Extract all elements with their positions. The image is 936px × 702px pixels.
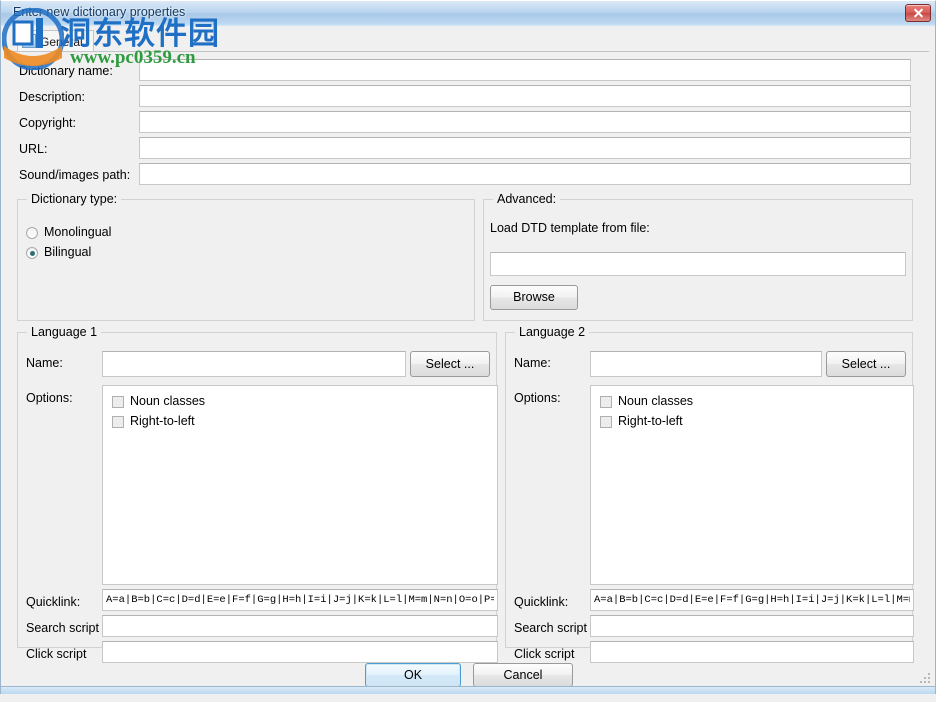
language1-click-script-label: Click script <box>26 647 86 661</box>
language1-name-label: Name: <box>26 356 63 370</box>
language2-search-script-label: Search script <box>514 621 587 635</box>
tab-strip: General <box>9 30 929 52</box>
titlebar: Enter new dictionary properties <box>0 0 936 26</box>
dictionary-type-group: Dictionary type: Monolingual Bilingual <box>17 199 475 321</box>
dtd-template-label: Load DTD template from file: <box>490 221 650 235</box>
radio-bilingual-icon <box>26 247 38 259</box>
checkbox-icon <box>600 416 612 428</box>
radio-bilingual-label: Bilingual <box>44 245 91 259</box>
language2-options-label: Options: <box>514 391 561 405</box>
copyright-input[interactable] <box>139 111 911 133</box>
language2-name-label: Name: <box>514 356 551 370</box>
dialog-client-area: General Dictionary name: Description: Co… <box>0 26 936 694</box>
document-icon <box>22 34 36 48</box>
language2-noun-classes-label: Noun classes <box>618 394 693 408</box>
radio-monolingual-label: Monolingual <box>44 225 111 239</box>
language1-select-button[interactable]: Select ... <box>410 351 490 377</box>
language1-search-script-input[interactable] <box>102 615 498 637</box>
language2-right-to-left-label: Right-to-left <box>618 414 683 428</box>
dictionary-name-label: Dictionary name: <box>19 64 113 78</box>
window-bottom-bar <box>1 686 935 694</box>
advanced-title: Advanced: <box>493 192 560 206</box>
language1-options-label: Options: <box>26 391 73 405</box>
language2-name-input[interactable] <box>590 351 822 377</box>
checkbox-icon <box>112 416 124 428</box>
dictionary-type-title: Dictionary type: <box>27 192 121 206</box>
language2-group: Language 2 Name: Select ... Options: Nou… <box>505 332 913 648</box>
sound-images-path-label: Sound/images path: <box>19 168 130 182</box>
language1-search-script-label: Search script <box>26 621 99 635</box>
language1-title: Language 1 <box>27 325 101 339</box>
language1-options-listbox[interactable]: Noun classes Right-to-left <box>102 385 498 585</box>
copyright-label: Copyright: <box>19 116 76 130</box>
ok-button[interactable]: OK <box>365 663 461 687</box>
dialog-window: Enter new dictionary properties General … <box>0 0 936 702</box>
language1-quicklink-input[interactable] <box>102 589 498 611</box>
sound-images-path-input[interactable] <box>139 163 911 185</box>
language1-click-script-input[interactable] <box>102 641 498 663</box>
language1-group: Language 1 Name: Select ... Options: Nou… <box>17 332 497 648</box>
radio-monolingual-icon <box>26 227 38 239</box>
dtd-template-input[interactable] <box>490 252 906 276</box>
tab-general[interactable]: General <box>17 30 94 51</box>
url-label: URL: <box>19 142 47 156</box>
description-label: Description: <box>19 90 85 104</box>
language2-click-script-input[interactable] <box>590 641 914 663</box>
cancel-button[interactable]: Cancel <box>473 663 573 687</box>
description-input[interactable] <box>139 85 911 107</box>
browse-button[interactable]: Browse <box>490 285 578 310</box>
language2-options-listbox[interactable]: Noun classes Right-to-left <box>590 385 914 585</box>
language2-search-script-input[interactable] <box>590 615 914 637</box>
checkbox-icon <box>112 396 124 408</box>
language1-quicklink-label: Quicklink: <box>26 595 80 609</box>
language1-noun-classes-label: Noun classes <box>130 394 205 408</box>
language2-click-script-label: Click script <box>514 647 574 661</box>
tab-general-label: General <box>40 35 83 49</box>
url-input[interactable] <box>139 137 911 159</box>
language1-right-to-left-label: Right-to-left <box>130 414 195 428</box>
language2-select-button[interactable]: Select ... <box>826 351 906 377</box>
close-icon[interactable] <box>905 4 931 22</box>
resize-grip[interactable] <box>920 673 932 685</box>
tab-underline <box>9 51 929 52</box>
dictionary-name-input[interactable] <box>139 59 911 81</box>
window-title: Enter new dictionary properties <box>13 5 185 19</box>
language2-title: Language 2 <box>515 325 589 339</box>
language1-name-input[interactable] <box>102 351 406 377</box>
advanced-group: Advanced: Load DTD template from file: B… <box>483 199 913 321</box>
language2-quicklink-label: Quicklink: <box>514 595 568 609</box>
language2-quicklink-input[interactable] <box>590 589 914 611</box>
checkbox-icon <box>600 396 612 408</box>
